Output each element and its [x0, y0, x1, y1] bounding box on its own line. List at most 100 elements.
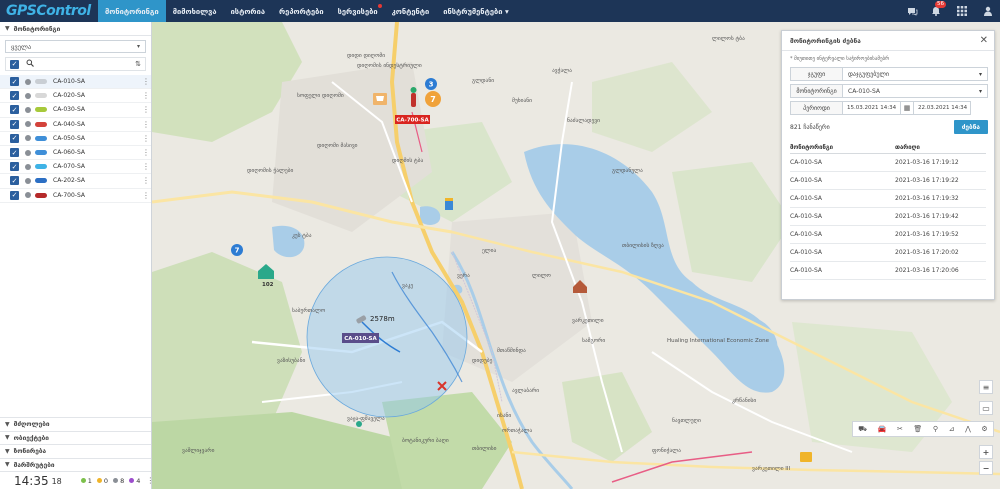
truck-icon[interactable]: ⛟: [858, 425, 867, 434]
group-select[interactable]: დაჯგუფებული ▾: [843, 67, 988, 81]
location-pin-icon[interactable]: [356, 421, 362, 427]
monitoring-select-value: CA-010-SA: [848, 87, 880, 95]
search-button[interactable]: ძებნა: [953, 120, 988, 134]
nav-item-5[interactable]: კონტენტი: [385, 0, 437, 22]
nav-item-6[interactable]: ინსტრუმენტები ▾: [436, 0, 516, 22]
vehicle-row[interactable]: ✓ CA-700-SA ⋮: [0, 189, 151, 203]
map-place-label: დიდუბე: [472, 357, 493, 364]
search-icon[interactable]: [26, 59, 34, 69]
vehicle-checkbox[interactable]: ✓: [10, 176, 19, 186]
chat-icon[interactable]: [900, 0, 924, 22]
layers-icon[interactable]: ≡: [979, 380, 993, 394]
column-monitoring[interactable]: მონიტორინგი: [790, 144, 895, 151]
section-header-3[interactable]: ▼ მარშრუტები: [0, 457, 151, 472]
more-icon[interactable]: ⋮: [141, 162, 151, 171]
more-icon[interactable]: ⋮: [141, 120, 151, 129]
zoom-in-button[interactable]: +: [979, 445, 993, 459]
vehicle-checkbox[interactable]: ✓: [10, 119, 19, 129]
column-date[interactable]: თარიღი: [895, 144, 986, 151]
measure-icon[interactable]: ⊿: [949, 425, 955, 433]
nav-item-0[interactable]: მონიტორინგი: [98, 0, 166, 22]
status-count: 4: [136, 476, 141, 485]
food-icon[interactable]: [800, 452, 812, 462]
nav-item-3[interactable]: რეპორტები: [272, 0, 331, 22]
table-row[interactable]: CA-010-SA 2021-03-16 17:19:22: [790, 172, 986, 190]
apps-grid-icon[interactable]: [948, 0, 976, 22]
vehicle-checkbox[interactable]: ✓: [10, 190, 19, 200]
map-place-label: კუს ტბა: [292, 232, 312, 239]
map-place-label: სოფელი დიღომი: [297, 92, 344, 99]
date-to-input[interactable]: 22.03.2021 14:34: [913, 101, 971, 115]
vehicle-checkbox[interactable]: ✓: [10, 148, 19, 158]
more-icon[interactable]: ⋮: [141, 176, 151, 185]
nav-item-label: ინსტრუმენტები ▾: [443, 6, 509, 16]
car-icon[interactable]: 🚘: [878, 425, 887, 433]
table-row[interactable]: CA-010-SA 2021-03-16 17:19:52: [790, 226, 986, 244]
map-place-label: დიღომის ინდუსტრიული: [357, 62, 422, 69]
vehicle-name: CA-060-SA: [53, 149, 85, 157]
monitoring-section-header[interactable]: ▼ მონიტორინგი: [0, 22, 151, 36]
results-bar: 821 ჩანაწერი ძებნა: [790, 120, 988, 134]
vehicle-status-dot: [25, 78, 31, 85]
trash-icon[interactable]: 🗑: [913, 425, 922, 433]
map-place-label: დიღომი მასივი: [317, 142, 358, 149]
supermarket-icon[interactable]: [373, 93, 387, 105]
vehicle-row[interactable]: ✓ CA-030-SA ⋮: [0, 103, 151, 118]
monitoring-select[interactable]: CA-010-SA ▾: [843, 84, 988, 98]
vehicle-status-dot: [25, 192, 31, 199]
collapsed-sections: ▼ მძღოლები ▼ ობიექტები ▼ ზონირება ▼ მარშრუტები: [0, 417, 151, 471]
more-icon[interactable]: ⋮: [141, 105, 151, 114]
vehicle-car-icon: [35, 135, 47, 141]
zoom-out-button[interactable]: −: [979, 461, 993, 475]
more-icon[interactable]: ⋮: [141, 91, 151, 100]
vehicle-checkbox[interactable]: ✓: [10, 105, 19, 115]
notifications-icon[interactable]: 56: [924, 0, 948, 22]
vehicle-checkbox[interactable]: ✓: [10, 162, 19, 172]
table-row[interactable]: CA-010-SA 2021-03-16 17:19:32: [790, 190, 986, 208]
table-row[interactable]: CA-010-SA 2021-03-16 17:20:02: [790, 244, 986, 262]
group-filter-select[interactable]: ყველა ▾: [5, 40, 146, 53]
table-row[interactable]: CA-010-SA 2021-03-16 17:20:06: [790, 262, 986, 280]
calendar-icon[interactable]: ▦: [901, 101, 913, 115]
select-all-checkbox[interactable]: ✓: [10, 59, 19, 69]
more-icon[interactable]: ⋮: [141, 191, 151, 200]
more-icon[interactable]: ⋮: [141, 148, 151, 157]
landmark-icon[interactable]: [445, 198, 453, 210]
section-header-2[interactable]: ▼ ზონირება: [0, 444, 151, 458]
pin-icon[interactable]: ⚲: [933, 425, 938, 433]
date-from-input[interactable]: 15.03.2021 14:34: [843, 101, 901, 115]
vehicle-row[interactable]: ✓ CA-070-SA ⋮: [0, 160, 151, 175]
vehicle-checkbox[interactable]: ✓: [10, 91, 19, 101]
vehicle-row[interactable]: ✓ CA-020-SA ⋮: [0, 89, 151, 104]
section-header-1[interactable]: ▼ ობიექტები: [0, 430, 151, 445]
nav-item-4[interactable]: სერვისები: [331, 0, 385, 22]
table-row[interactable]: CA-010-SA2021-03-16 17:20:12: [790, 280, 986, 282]
vehicle-row[interactable]: ✓ CA-050-SA ⋮: [0, 132, 151, 146]
nav-item-2[interactable]: ისტორია: [224, 0, 272, 22]
more-icon[interactable]: ⋮: [141, 77, 151, 86]
nav-item-1[interactable]: მიმოხილვა: [166, 0, 224, 22]
map-place-label: ვაჟა-ფშაველა: [347, 415, 385, 422]
section-header-0[interactable]: ▼ მძღოლები: [0, 417, 151, 431]
settings-gear-icon[interactable]: ⚙: [981, 425, 987, 433]
vehicle-checkbox[interactable]: ✓: [10, 77, 19, 87]
table-row[interactable]: CA-010-SA 2021-03-16 17:19:12: [790, 154, 986, 172]
table-row[interactable]: CA-010-SA 2021-03-16 17:19:42: [790, 208, 986, 226]
road-icon[interactable]: ⋀: [965, 425, 971, 433]
map-toolbar: ⛟ 🚘 ✂ 🗑 ⚲ ⊿ ⋀ ⚙: [852, 421, 994, 437]
vehicle-checkbox[interactable]: ✓: [10, 133, 19, 143]
user-icon[interactable]: [976, 0, 1000, 22]
tools-icon[interactable]: ✂: [897, 425, 903, 433]
vehicle-row[interactable]: ✓ CA-060-SA ⋮: [0, 146, 151, 161]
map-place-label: დიღმის ტბა: [392, 157, 423, 164]
status-counts: 1 0 8 4: [76, 476, 141, 485]
map-view-icon[interactable]: ▭: [979, 401, 993, 415]
close-icon[interactable]: ✕: [980, 35, 988, 46]
app-logo: GPSControl: [6, 3, 91, 19]
map-place-label: ვერა: [457, 272, 470, 279]
sort-icon[interactable]: ⇅: [135, 60, 141, 68]
vehicle-row[interactable]: ✓ CA-202-SA ⋮: [0, 174, 151, 189]
vehicle-row[interactable]: ✓ CA-040-SA ⋮: [0, 118, 151, 132]
vehicle-row[interactable]: ✓ CA-010-SA ⋮: [0, 75, 151, 90]
more-icon[interactable]: ⋮: [141, 134, 151, 143]
